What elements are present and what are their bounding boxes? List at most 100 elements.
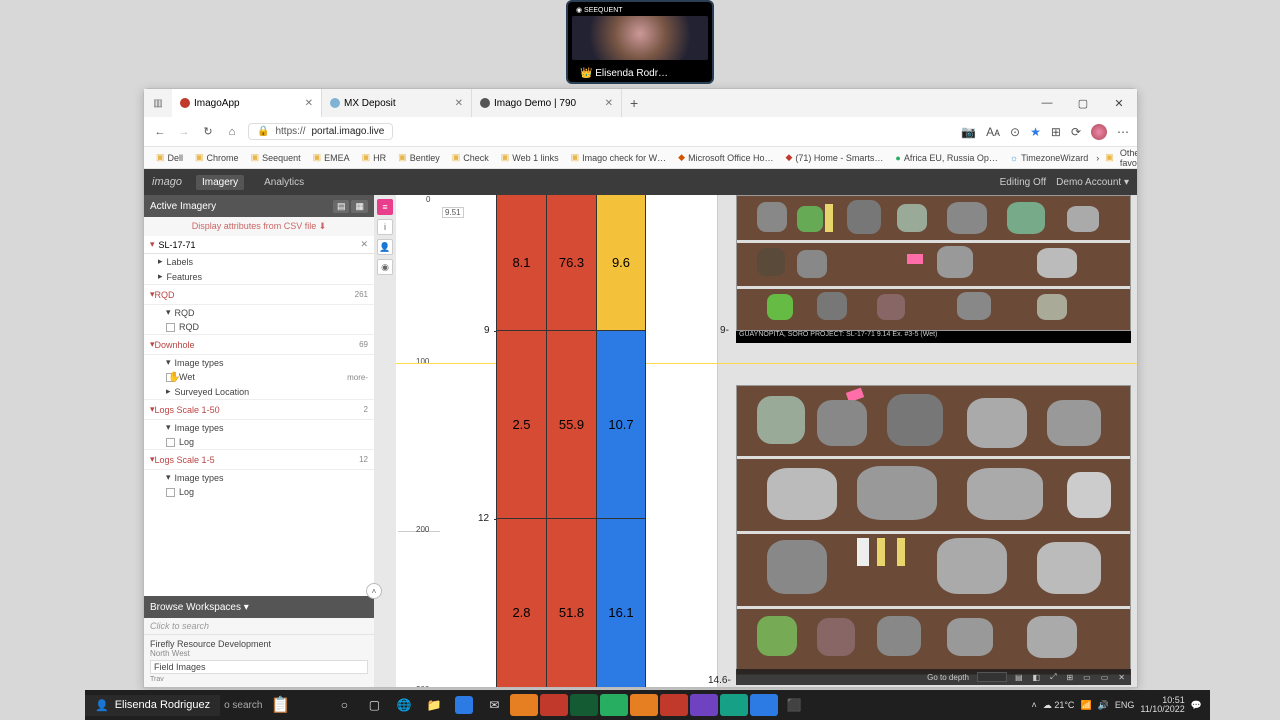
bookmark-item[interactable]: ▣EMEA [309, 152, 354, 163]
taskbar-search[interactable]: o search [224, 700, 262, 711]
news-icon[interactable]: 📋 [270, 695, 290, 715]
drillhole-remove[interactable]: ✕ [360, 239, 368, 250]
tree-rqd-check[interactable]: RQD [144, 320, 374, 334]
bookmark-item[interactable]: ▣Bentley [394, 152, 444, 163]
profile-avatar[interactable] [1091, 124, 1107, 140]
goto-depth-label[interactable]: Go to depth [925, 673, 971, 682]
tool-info-icon[interactable]: i [377, 219, 393, 235]
tool-rows-icon[interactable]: ≡ [377, 199, 393, 215]
task-taskview[interactable]: ▢ [360, 694, 388, 716]
more-icon[interactable]: ⋯ [1117, 125, 1129, 139]
task-app8[interactable] [720, 694, 748, 716]
bookmark-item[interactable]: ◆Microsoft Office Ho… [674, 152, 777, 163]
csv-link[interactable]: Display attributes from CSV file ⬇ [144, 217, 374, 236]
task-app1[interactable] [510, 694, 538, 716]
task-app5[interactable] [630, 694, 658, 716]
browse-workspaces-header[interactable]: Browse Workspaces ▾ [144, 596, 374, 618]
tree-labels[interactable]: ▸ Labels [144, 254, 374, 269]
tree-logs5-check[interactable]: Log [144, 485, 374, 499]
goto-depth-box[interactable] [977, 672, 1007, 682]
tray-vol[interactable]: 🔊 [1098, 700, 1109, 711]
browser-tab-0[interactable]: ImagoApp ✕ [172, 89, 322, 117]
collections-icon[interactable]: ⟳ [1071, 125, 1081, 139]
account-menu[interactable]: Demo Account ▾ [1056, 177, 1129, 188]
bookmarks-overflow[interactable]: ›▣Other favourites [1096, 148, 1137, 168]
workspace-field[interactable]: Field Images [150, 660, 368, 674]
tray-notif[interactable]: 💬 [1191, 700, 1202, 711]
window-close[interactable]: ✕ [1101, 97, 1137, 110]
nav-reload-icon[interactable]: ↻ [200, 125, 216, 138]
browser-tab-2[interactable]: Imago Demo | 790 ✕ [472, 89, 622, 117]
bookmark-item[interactable]: ◆(71) Home - Smarts… [781, 152, 887, 163]
task-app7[interactable] [690, 694, 718, 716]
tree-section-rqd[interactable]: ▾ RQD261 [144, 284, 374, 305]
bt-icon-2[interactable]: ⤢ [1048, 672, 1058, 682]
bt-icon-3[interactable]: ⊞ [1064, 673, 1075, 682]
task-files[interactable]: 📁 [420, 694, 448, 716]
workspace-project[interactable]: Firefly Resource Development [150, 639, 368, 649]
tree-logs5-imgtypes[interactable]: ▾ Image types [144, 470, 374, 485]
tree-features[interactable]: ▸ Features [144, 269, 374, 284]
tool-user-icon[interactable]: 👤 [377, 239, 393, 255]
tab-close-2[interactable]: ✕ [605, 98, 613, 109]
new-tab-button[interactable]: + [622, 95, 646, 111]
favorite-star-icon[interactable]: ★ [1030, 125, 1041, 139]
window-maximize[interactable]: ▢ [1065, 97, 1101, 110]
bookmark-item[interactable]: ▣Dell [152, 152, 187, 163]
tray-net[interactable]: 📶 [1080, 700, 1091, 711]
panel-btn-1[interactable]: ▤ [333, 200, 350, 213]
nav-tab-analytics[interactable]: Analytics [258, 175, 310, 190]
tree-section-logs5[interactable]: ▾ Logs Scale 1-512 [144, 449, 374, 470]
bookmark-item[interactable]: ▣Imago check for W… [567, 152, 671, 163]
bookmark-item[interactable]: ▣Seequent [247, 152, 305, 163]
tree-section-logs50[interactable]: ▾ Logs Scale 1-502 [144, 399, 374, 420]
task-app4[interactable] [600, 694, 628, 716]
extensions-icon[interactable]: ⊞ [1051, 125, 1061, 139]
task-mail[interactable]: ✉ [480, 694, 508, 716]
tree-section-downhole[interactable]: ▾ Downhole69 [144, 334, 374, 355]
tab-close-0[interactable]: ✕ [305, 98, 313, 109]
tray-weather[interactable]: ☁ 21°C [1043, 700, 1075, 711]
tray-clock[interactable]: 10:51 11/10/2022 [1140, 696, 1184, 714]
browser-tab-1[interactable]: MX Deposit ✕ [322, 89, 472, 117]
tree-downhole-imgtypes[interactable]: ▾ Image types [144, 355, 374, 370]
tree-rqd-head[interactable]: ▾ RQD [144, 305, 374, 320]
task-app10[interactable]: ⬛ [780, 694, 808, 716]
tool-globe-icon[interactable]: ◉ [377, 259, 393, 275]
editing-toggle[interactable]: Editing Off [1000, 177, 1047, 188]
tree-logs50-check[interactable]: Log [144, 435, 374, 449]
core-tray-lower[interactable] [736, 385, 1131, 675]
task-app3[interactable] [570, 694, 598, 716]
task-start[interactable]: ○ [330, 694, 358, 716]
tree-downhole-wet[interactable]: ✋Wetmore- [144, 370, 374, 384]
bt-icon-5[interactable]: ▭ [1099, 673, 1111, 682]
bookmark-item[interactable]: ▣Chrome [191, 152, 243, 163]
nav-back-icon[interactable]: ← [152, 126, 168, 138]
bt-icon-0[interactable]: ▤ [1013, 673, 1025, 682]
tray-lang[interactable]: ENG [1115, 700, 1135, 710]
panel-btn-2[interactable]: ▦ [351, 200, 368, 213]
tree-downhole-surveyed[interactable]: ▸ Surveyed Location [144, 384, 374, 399]
workspace-search[interactable]: Click to search [144, 618, 374, 635]
bookmark-item[interactable]: ▣HR [358, 152, 391, 163]
tray-chevron[interactable]: ˄ [1032, 700, 1037, 710]
tab-collections-icon[interactable]: ▥ [144, 98, 172, 109]
task-app6[interactable] [660, 694, 688, 716]
bt-icon-4[interactable]: ▭ [1081, 673, 1093, 682]
bookmark-item[interactable]: ▣Web 1 links [497, 152, 563, 163]
bt-icon-1[interactable]: ◧ [1031, 673, 1043, 682]
bookmark-item[interactable]: ●Africa EU, Russia Op… [891, 153, 1001, 163]
aa-icon[interactable]: Aᴀ [986, 125, 1000, 139]
task-app9[interactable] [750, 694, 778, 716]
bookmark-item[interactable]: ▣Check [448, 152, 493, 163]
bt-icon-6[interactable]: ✕ [1116, 673, 1127, 682]
search-icon[interactable]: ⊙ [1010, 125, 1020, 139]
tab-close-1[interactable]: ✕ [455, 98, 463, 109]
core-tray-upper[interactable] [736, 195, 1131, 331]
window-minimize[interactable]: — [1029, 97, 1065, 110]
task-edge[interactable]: 🌐 [390, 694, 418, 716]
bookmark-item[interactable]: ☼TimezoneWizard [1006, 153, 1092, 163]
task-app2[interactable] [540, 694, 568, 716]
drillhole-chip[interactable]: ▾SL-17-71 ✕ [144, 236, 374, 254]
task-cam[interactable] [450, 694, 478, 716]
